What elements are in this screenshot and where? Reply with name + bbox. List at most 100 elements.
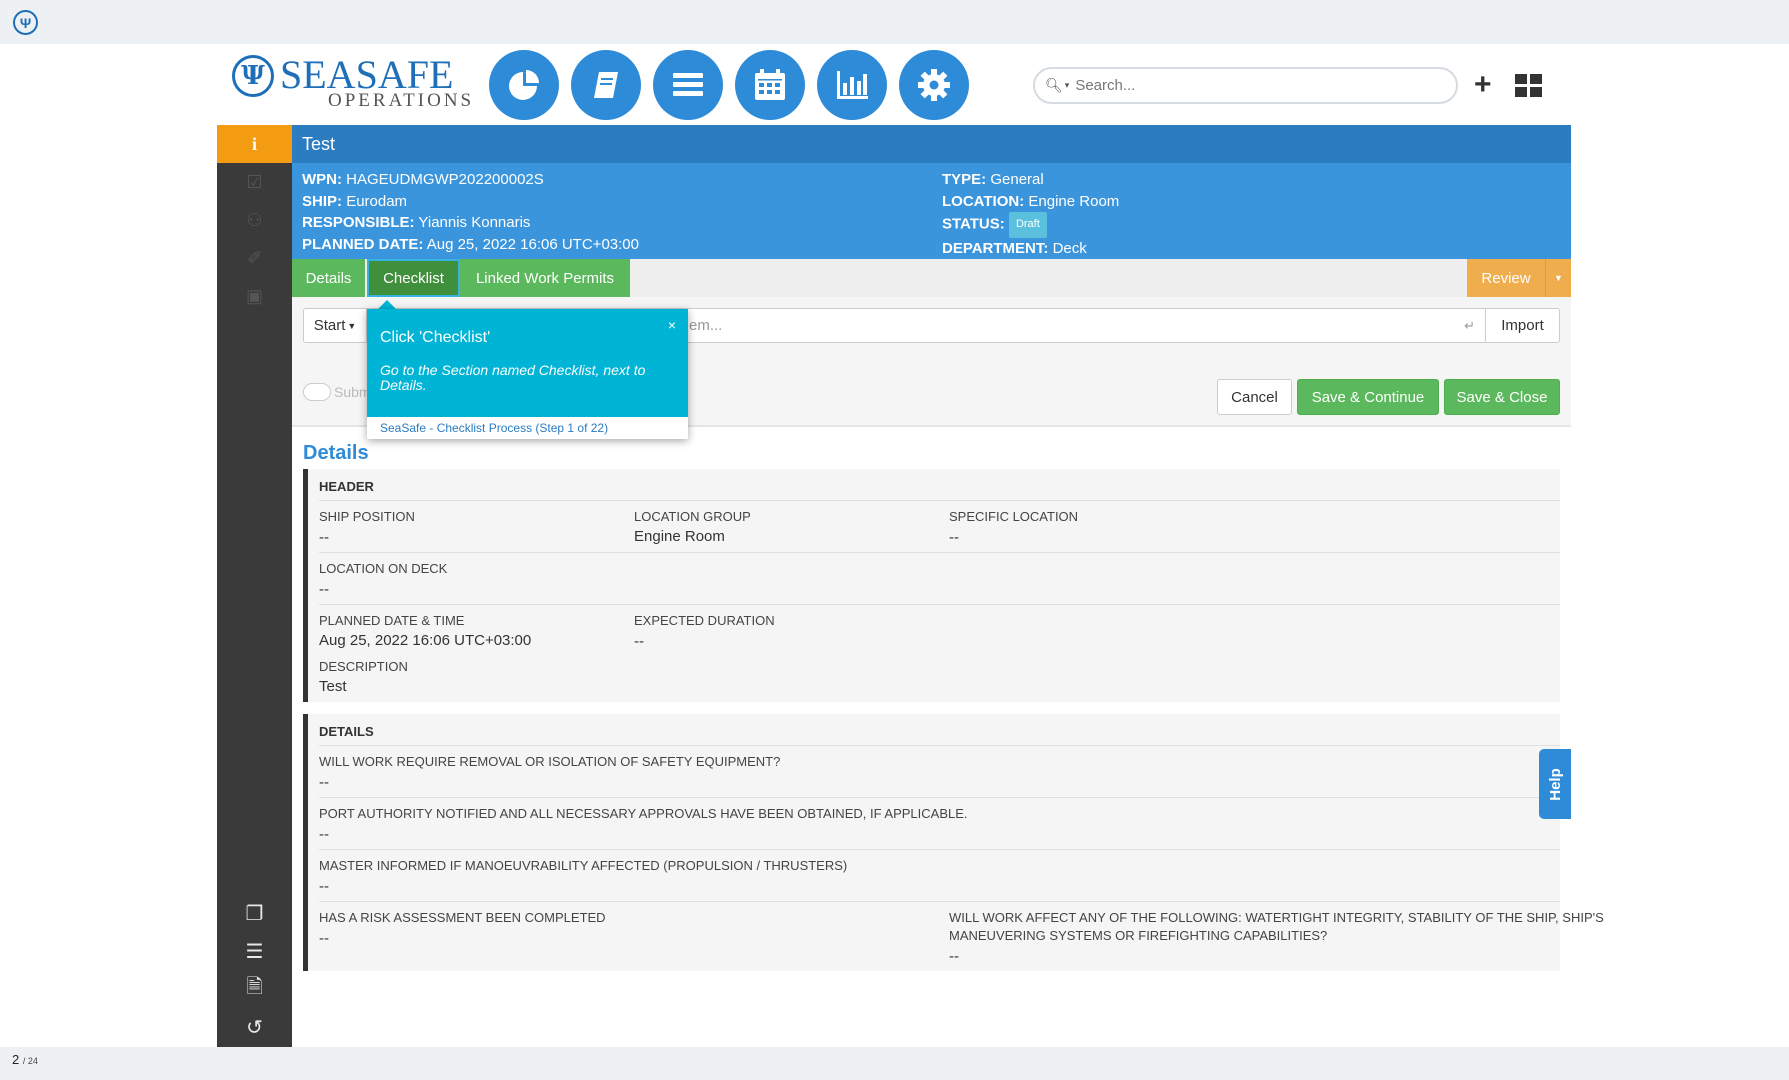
port-authority-question: PORT AUTHORITY NOTIFIED AND ALL NECESSAR… <box>319 806 968 821</box>
page-title: Test <box>292 125 1571 163</box>
nav-dashboard-button[interactable] <box>489 50 559 120</box>
planned-date-time-value: Aug 25, 2022 16:06 UTC+03:00 <box>319 632 532 649</box>
nav-library-button[interactable] <box>571 50 641 120</box>
info-left-column: WPN: HAGEUDMGWP202200002S SHIP: Eurodam … <box>302 169 639 255</box>
ship-row: SHIP: Eurodam <box>302 192 408 210</box>
planned-date-row: PLANNED DATE: Aug 25, 2022 16:06 UTC+03:… <box>302 235 639 253</box>
chevron-down-icon[interactable]: ▼ <box>1545 259 1571 297</box>
tooltip-footer: SeaSafe - Checklist Process (Step 1 of 2… <box>367 417 688 439</box>
left-sidebar: i ☑ ⚇ ✐ ▣ ❐ ☰ 🗎︎ ↺ <box>217 125 292 1047</box>
nav-menu-button[interactable] <box>653 50 723 120</box>
divider <box>319 901 1560 902</box>
work-affect-question-line1: WILL WORK AFFECT ANY OF THE FOLLOWING: W… <box>949 910 1604 925</box>
divider <box>319 849 1560 850</box>
ship-position-value: -- <box>319 529 329 546</box>
divider <box>319 604 1560 605</box>
location-group-value: Engine Room <box>634 528 725 545</box>
type-row: TYPE: General <box>942 171 1044 188</box>
status-badge: Draft <box>1008 212 1047 238</box>
book-icon <box>594 72 618 98</box>
risk-assessment-answer: -- <box>319 930 329 947</box>
review-label[interactable]: Review <box>1467 259 1545 297</box>
port-authority-answer: -- <box>319 826 329 843</box>
gear-icon <box>918 69 950 101</box>
section-heading: HEADER <box>319 479 374 494</box>
outer-top-bar <box>0 0 1789 44</box>
search-input[interactable] <box>1075 77 1396 94</box>
apps-grid-icon[interactable] <box>1515 74 1542 97</box>
description-value: Test <box>319 678 347 695</box>
save-continue-button[interactable]: Save & Continue <box>1297 379 1439 415</box>
location-group-label: LOCATION GROUP <box>634 509 751 524</box>
master-informed-answer: -- <box>319 878 329 895</box>
work-affect-answer: -- <box>949 948 959 965</box>
chevron-down-icon[interactable]: ▾ <box>1065 80 1070 91</box>
divider <box>319 797 1560 798</box>
expected-duration-value: -- <box>634 633 644 650</box>
list-icon[interactable]: ☰ <box>217 936 292 966</box>
search-icon: 🔍︎ <box>1045 77 1063 93</box>
add-button[interactable]: + <box>1474 70 1492 100</box>
header-section: HEADER SHIP POSITION -- LOCATION GROUP E… <box>303 469 1560 702</box>
details-heading: Details <box>303 442 369 464</box>
trident-icon: Ψ <box>232 55 274 97</box>
outer-app-logo-icon[interactable]: Ψ <box>13 10 38 35</box>
location-on-deck-value: -- <box>319 581 329 598</box>
info-right-column: TYPE: General LOCATION: Engine Room STAT… <box>942 169 1119 259</box>
ship-position-label: SHIP POSITION <box>319 509 415 524</box>
search-box[interactable]: 🔍︎ ▾ <box>1033 67 1458 104</box>
expected-duration-label: EXPECTED DURATION <box>634 613 775 628</box>
section-heading: DETAILS <box>319 724 374 739</box>
share-icon[interactable]: ⚇ <box>217 205 292 235</box>
walkthrough-tooltip: Click 'Checklist' × Go to the Section na… <box>367 309 688 439</box>
brand-subtitle: OPERATIONS <box>328 90 475 111</box>
risk-assessment-question: HAS A RISK ASSESSMENT BEEN COMPLETED <box>319 910 606 925</box>
pie-chart-icon <box>509 70 539 100</box>
review-button[interactable]: Review ▼ <box>1467 259 1571 297</box>
description-label: DESCRIPTION <box>319 659 408 674</box>
brand-logo[interactable]: Ψ SEASAFE OPERATIONS <box>232 52 471 112</box>
outer-bottom-bar <box>0 1047 1789 1080</box>
tab-linked-work-permits[interactable]: Linked Work Permits <box>460 259 630 297</box>
toggle-label: Subm <box>334 384 371 400</box>
planned-date-time-label: PLANNED DATE & TIME <box>319 613 465 628</box>
specific-location-value: -- <box>949 529 959 546</box>
help-tab[interactable]: Help <box>1539 749 1571 819</box>
paperclip-icon[interactable]: ✐ <box>217 243 292 273</box>
tooltip-text: Go to the Section named Checklist, next … <box>380 362 646 393</box>
submit-toggle[interactable] <box>303 383 331 401</box>
location-row: LOCATION: Engine Room <box>942 192 1120 210</box>
menu-lines-icon <box>673 73 703 96</box>
checklist-icon[interactable]: ☑ <box>217 167 292 197</box>
nav-settings-button[interactable] <box>899 50 969 120</box>
master-informed-question: MASTER INFORMED IF MANOEUVRABILITY AFFEC… <box>319 858 848 873</box>
page-counter: 2 / 24 <box>12 1052 38 1067</box>
wpn-row: WPN: HAGEUDMGWP202200002S <box>302 171 544 188</box>
calendar-icon <box>755 69 785 100</box>
status-row: STATUS: Draft <box>942 212 1119 238</box>
start-dropdown[interactable]: Start ▼ <box>303 308 367 343</box>
tooltip-arrow <box>378 300 396 309</box>
work-affect-question-line2: MANEUVERING SYSTEMS OR FIREFIGHTING CAPA… <box>949 928 1328 943</box>
cancel-button[interactable]: Cancel <box>1217 379 1292 415</box>
tab-details[interactable]: Details <box>292 259 365 297</box>
nav-calendar-button[interactable] <box>735 50 805 120</box>
tooltip-title: Click 'Checklist' <box>380 329 491 346</box>
copy-icon[interactable]: ❐ <box>217 898 292 928</box>
tab-checklist[interactable]: Checklist <box>367 259 460 297</box>
close-icon[interactable]: × <box>668 317 676 333</box>
history-icon[interactable]: ↺ <box>217 1012 292 1042</box>
caret-down-icon: ▼ <box>347 320 357 331</box>
save-close-button[interactable]: Save & Close <box>1444 379 1560 415</box>
import-button[interactable]: Import <box>1485 308 1560 343</box>
safety-equipment-answer: -- <box>319 774 329 791</box>
info-icon[interactable]: i <box>217 125 292 163</box>
department-row: DEPARTMENT: Deck <box>942 239 1087 257</box>
document-icon[interactable]: 🗎︎ <box>217 974 292 1004</box>
bar-chart-icon <box>837 71 868 99</box>
divider <box>319 500 1560 501</box>
nav-reports-button[interactable] <box>817 50 887 120</box>
details-section: DETAILS WILL WORK REQUIRE REMOVAL OR ISO… <box>303 714 1604 971</box>
calendar-check-icon[interactable]: ▣ <box>217 281 292 311</box>
divider <box>319 552 1560 553</box>
